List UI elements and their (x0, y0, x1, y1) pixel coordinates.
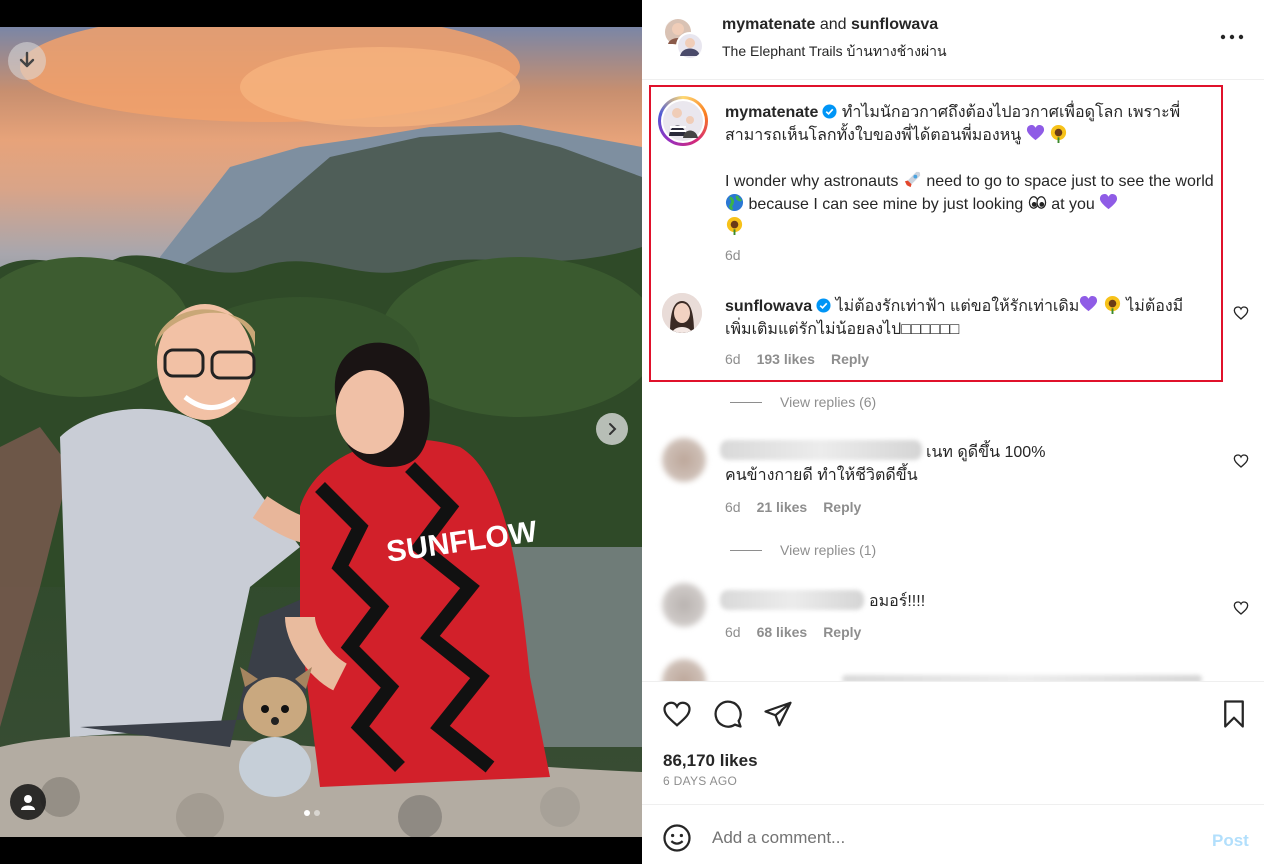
reply-text-line-1: ไม่ต้องรักเท่าฟ้า แต่ขอให้รักเท่าเดิม (835, 298, 1080, 315)
sunflower-icon (726, 216, 743, 235)
emoji-icon[interactable] (662, 823, 692, 853)
post-location[interactable]: The Elephant Trails บ้านทางช้างผ่าน (722, 41, 947, 63)
comment-3-meta: 6d 68 likes Reply (725, 624, 861, 640)
comment-3-text: อมอร์!!!! (869, 593, 926, 610)
post-date[interactable]: 6 DAYS AGO (663, 774, 737, 788)
divider-line (730, 549, 762, 551)
eyes-icon (1028, 196, 1046, 209)
reply-button[interactable]: Reply (831, 351, 869, 367)
post-authors: mymatenate and sunflowava (722, 16, 938, 34)
blurred-avatar[interactable] (662, 438, 706, 482)
purple-heart-icon (1100, 193, 1118, 210)
coauthor-username[interactable]: sunflowava (851, 16, 938, 33)
caption-english: I wonder why astronauts need to go to sp… (725, 170, 1225, 239)
carousel-next-button[interactable] (596, 413, 628, 445)
collab-avatar[interactable] (662, 16, 706, 60)
carousel-indicator (304, 810, 320, 816)
reply-likes[interactable]: 193 likes (757, 351, 815, 367)
more-options-button[interactable] (1220, 26, 1248, 46)
author-username[interactable]: mymatenate (722, 16, 815, 33)
post-actions: 86,170 likes 6 DAYS AGO (642, 681, 1264, 804)
verified-icon (822, 104, 837, 119)
caption-en-part-1: I wonder why astronauts (725, 173, 899, 190)
comment-3-time[interactable]: 6d (725, 624, 741, 640)
caption-time[interactable]: 6d (725, 247, 741, 263)
caption-en-part-2: need to go to space just to see the (926, 173, 1171, 190)
caption-meta: 6d (725, 247, 741, 263)
caption-en-part-5: at you (1051, 196, 1095, 213)
post-media: SUNFLOW (0, 0, 642, 864)
photo-scene: SUNFLOW (0, 27, 642, 837)
view-replies-button[interactable]: View replies (6) (730, 394, 876, 410)
caption-thai-line-1: ทำไมนักอวกาศถึงต้องไปอวกาศเพื่อดูโลก เพร… (841, 104, 1181, 121)
post-photo[interactable]: SUNFLOW (0, 27, 642, 837)
blurred-avatar (662, 659, 706, 681)
comment-2-meta: 6d 21 likes Reply (725, 499, 861, 515)
caption-author-avatar[interactable] (658, 96, 708, 146)
post-header: mymatenate and sunflowava The Elephant T… (642, 0, 1264, 80)
user-tag-icon (21, 795, 35, 810)
sunflower-icon (1051, 124, 1067, 143)
authors-conjunction: and (819, 16, 847, 33)
view-replies-button[interactable]: View replies (1) (730, 542, 876, 558)
heart-icon[interactable] (1233, 305, 1249, 321)
tagged-users-button[interactable] (10, 784, 46, 820)
comment-2-reply-button[interactable]: Reply (823, 499, 861, 515)
view-replies-label: View replies (1) (780, 542, 877, 558)
heart-icon[interactable] (1233, 600, 1249, 616)
comment-3-likes[interactable]: 68 likes (757, 624, 808, 640)
reply-author-avatar[interactable] (662, 293, 702, 333)
caption-thai-line-2: สามารถเห็นโลกทั้งใบของพี่ได้ตอนพี่มองหนู (725, 127, 1022, 144)
comment-3-reply-button[interactable]: Reply (823, 624, 861, 640)
comments-list[interactable]: mymatenate ทำไมนักอวกาศถึงต้องไปอวกาศเพื… (642, 81, 1264, 681)
caption-en-part-4: because I can see mine by just looking (748, 196, 1024, 213)
comment-composer: Post (642, 804, 1264, 864)
rocket-icon (904, 171, 920, 188)
reply-text-line-1b: ไม่ต้องมี (1126, 298, 1184, 315)
comment-input[interactable] (712, 825, 1182, 851)
comment-2-text-line-1: เนท ดูดีขึ้น 100% (926, 444, 1046, 461)
purple-heart-icon (1026, 124, 1044, 141)
comment-2-likes[interactable]: 21 likes (757, 499, 808, 515)
reply-text-line-2: เพิ่มเติมแต่รักไม่น้อยลงไป□□□□□□ (725, 321, 960, 338)
share-button[interactable] (763, 699, 793, 729)
divider-line (730, 401, 762, 403)
caption-username[interactable]: mymatenate (725, 104, 818, 121)
purple-heart-icon (1080, 295, 1098, 312)
reply-time[interactable]: 6d (725, 351, 741, 367)
comment-2-text-line-2: คนข้างกายดี ทำให้ชีวิตดีขึ้น (725, 467, 918, 484)
globe-icon (725, 193, 744, 212)
like-button[interactable] (662, 699, 692, 729)
blurred-avatar[interactable] (662, 583, 706, 627)
reply-username[interactable]: sunflowava (725, 298, 812, 315)
reply-meta: 6d 193 likes Reply (725, 351, 869, 367)
reply-text: sunflowava ไม่ต้องรักเท่าฟ้า แต่ขอให้รัก… (725, 295, 1225, 341)
verified-icon (816, 298, 831, 313)
caption-text: mymatenate ทำไมนักอวกาศถึงต้องไปอวกาศเพื… (725, 101, 1225, 147)
chevron-right-icon (609, 423, 617, 435)
comment-2-time[interactable]: 6d (725, 499, 741, 515)
post-details-panel: mymatenate and sunflowava The Elephant T… (642, 0, 1264, 864)
post-comment-button[interactable]: Post (1212, 831, 1249, 851)
view-replies-label: View replies (6) (780, 394, 877, 410)
more-icon (1220, 34, 1244, 40)
comment-button[interactable] (713, 699, 743, 729)
sunflower-icon (1104, 295, 1120, 314)
blurred-username (720, 590, 864, 610)
caption-en-part-3: world (1175, 173, 1214, 190)
blurred-username (720, 440, 922, 460)
heart-icon[interactable] (1233, 453, 1249, 469)
save-button[interactable] (1219, 699, 1249, 729)
download-icon (19, 51, 35, 68)
download-button[interactable] (8, 42, 46, 80)
carousel-dot (304, 810, 310, 816)
carousel-dot (314, 810, 320, 816)
likes-count[interactable]: 86,170 likes (663, 751, 758, 771)
